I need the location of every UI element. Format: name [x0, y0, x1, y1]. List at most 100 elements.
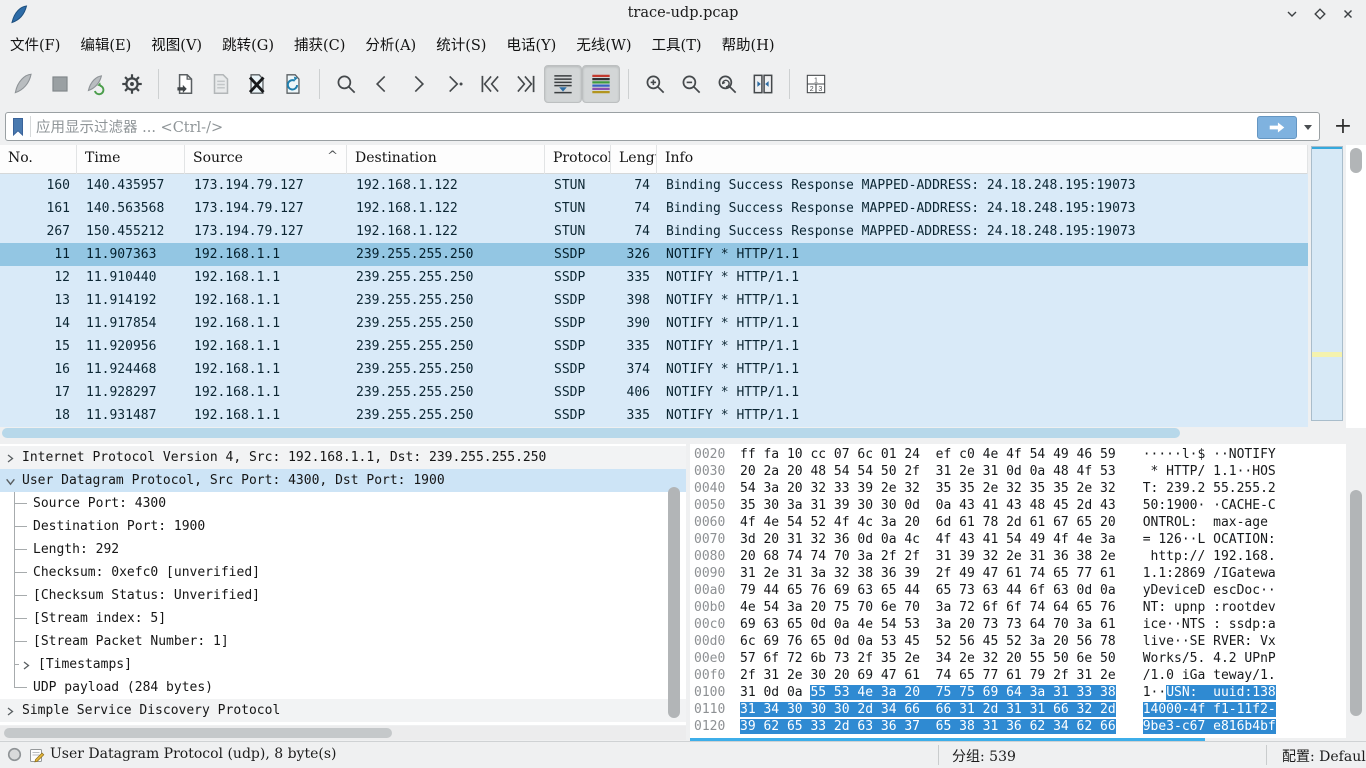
go-back-button[interactable] [364, 66, 400, 102]
detail-row-8[interactable]: [Stream Packet Number: 1] [0, 630, 686, 653]
go-last-button[interactable] [508, 66, 544, 102]
zoom-in-button[interactable] [637, 66, 673, 102]
bytes-vscrollbar-thumb[interactable] [1350, 490, 1362, 716]
hex-row-0090[interactable]: 009031 2e 31 3a 32 38 36 39 2f 49 47 61 … [690, 565, 1346, 582]
menu-view[interactable]: 视图(V) [141, 34, 212, 55]
hex-row-0020[interactable]: 0020ff fa 10 cc 07 6c 01 24 ef c0 4e 4f … [690, 446, 1346, 463]
hex-row-0100[interactable]: 010031 0d 0a 55 53 4e 3a 20 75 75 69 64 … [690, 684, 1346, 701]
detail-row-6[interactable]: [Checksum Status: Unverified] [0, 584, 686, 607]
find-packet-button[interactable] [328, 66, 364, 102]
menu-help[interactable]: 帮助(H) [712, 34, 785, 55]
resize-columns-button[interactable] [745, 66, 781, 102]
menu-file[interactable]: 文件(F) [0, 34, 70, 55]
detail-row-1[interactable]: User Datagram Protocol, Src Port: 4300, … [0, 469, 686, 492]
packet-row-12[interactable]: 1211.910440192.168.1.1239.255.255.250SSD… [0, 266, 1308, 289]
packet-row-267[interactable]: 267150.455212173.194.79.127192.168.1.122… [0, 220, 1308, 243]
expert-info-icon[interactable] [7, 747, 22, 766]
detail-row-10[interactable]: UDP payload (284 bytes) [0, 676, 686, 699]
packet-list-minimap[interactable] [1311, 146, 1343, 421]
packet-row-16[interactable]: 1611.924468192.168.1.1239.255.255.250SSD… [0, 358, 1308, 381]
close-file-button[interactable] [239, 66, 275, 102]
menu-telephony[interactable]: 电话(Y) [496, 34, 566, 55]
add-filter-button[interactable]: + [1328, 112, 1358, 141]
column-header-length[interactable]: Length [611, 145, 657, 174]
detail-row-0[interactable]: Internet Protocol Version 4, Src: 192.16… [0, 446, 686, 469]
hex-row-0110[interactable]: 011031 34 30 30 30 2d 34 66 66 31 2d 31 … [690, 701, 1346, 718]
menu-edit[interactable]: 编辑(E) [70, 34, 141, 55]
details-hscrollbar[interactable] [0, 726, 686, 740]
display-filter-input[interactable] [34, 114, 1258, 141]
packet-list-vscrollbar[interactable] [1346, 145, 1366, 428]
packet-row-17[interactable]: 1711.928297192.168.1.1239.255.255.250SSD… [0, 381, 1308, 404]
packet-row-11[interactable]: 1111.907363192.168.1.1239.255.255.250SSD… [0, 243, 1308, 266]
chevron-right-icon[interactable] [4, 702, 16, 725]
column-header-source[interactable]: Source^ [185, 145, 347, 174]
capture-comment-icon[interactable] [29, 747, 45, 767]
maximize-button[interactable] [1312, 6, 1328, 22]
packet-list-hscrollbar[interactable] [0, 427, 1308, 440]
detail-row-3[interactable]: Destination Port: 1900 [0, 515, 686, 538]
go-forward-button[interactable] [400, 66, 436, 102]
scrollbar-thumb[interactable] [1350, 148, 1362, 173]
colorize-button[interactable] [582, 65, 620, 103]
menu-go[interactable]: 跳转(G) [212, 34, 284, 55]
go-to-packet-button[interactable] [436, 66, 472, 102]
hex-row-00c0[interactable]: 00c069 63 65 0d 0a 4e 54 53 3a 20 73 73 … [690, 616, 1346, 633]
packet-row-18[interactable]: 1811.931487192.168.1.1239.255.255.250SSD… [0, 404, 1308, 427]
restart-capture-button[interactable] [78, 66, 114, 102]
hex-row-0040[interactable]: 004054 3a 20 32 33 39 2e 32 35 35 2e 32 … [690, 480, 1346, 497]
reload-file-button[interactable] [275, 66, 311, 102]
scrollbar-thumb[interactable] [4, 728, 392, 738]
hex-row-0050[interactable]: 005035 30 3a 31 39 30 30 0d 0a 43 41 43 … [690, 497, 1346, 514]
filter-bookmark-icon[interactable] [11, 117, 25, 141]
detail-row-11[interactable]: Simple Service Discovery Protocol [0, 699, 686, 722]
profile-label[interactable]: 配置: Default [1282, 746, 1366, 766]
filter-dropdown-caret[interactable] [1304, 125, 1312, 130]
zoom-out-button[interactable] [673, 66, 709, 102]
save-file-button[interactable] [203, 66, 239, 102]
hex-row-0080[interactable]: 008020 68 74 74 70 3a 2f 2f 31 39 32 2e … [690, 548, 1346, 565]
menu-wireless[interactable]: 无线(W) [566, 34, 641, 55]
auto-scroll-button[interactable] [544, 65, 582, 103]
hex-row-0060[interactable]: 00604f 4e 54 52 4f 4c 3a 20 6d 61 78 2d … [690, 514, 1346, 531]
menu-tools[interactable]: 工具(T) [642, 34, 712, 55]
hex-row-0120[interactable]: 012039 62 65 33 2d 63 36 37 65 38 31 36 … [690, 718, 1346, 735]
detail-row-9[interactable]: [Timestamps] [0, 653, 686, 676]
column-header-destination[interactable]: Destination [347, 145, 545, 174]
column-header-protocol[interactable]: Protocol [545, 145, 611, 174]
zoom-reset-button[interactable] [709, 66, 745, 102]
layout-123-button[interactable]: 123 [798, 66, 834, 102]
close-button[interactable] [1340, 6, 1356, 22]
hex-row-00d0[interactable]: 00d06c 69 76 65 0d 0a 53 45 52 56 45 52 … [690, 633, 1346, 650]
detail-row-4[interactable]: Length: 292 [0, 538, 686, 561]
capture-options-button[interactable] [114, 66, 150, 102]
detail-row-7[interactable]: [Stream index: 5] [0, 607, 686, 630]
menu-analyze[interactable]: 分析(A) [355, 34, 426, 55]
packet-row-13[interactable]: 1311.914192192.168.1.1239.255.255.250SSD… [0, 289, 1308, 312]
packet-row-161[interactable]: 161140.563568173.194.79.127192.168.1.122… [0, 197, 1308, 220]
hex-row-00a0[interactable]: 00a079 44 65 76 69 63 65 44 65 73 63 44 … [690, 582, 1346, 599]
hex-row-00f0[interactable]: 00f02f 31 2e 30 20 69 47 61 74 65 77 61 … [690, 667, 1346, 684]
detail-row-5[interactable]: Checksum: 0xefc0 [unverified] [0, 561, 686, 584]
start-capture-button[interactable] [6, 66, 42, 102]
menu-capture[interactable]: 捕获(C) [284, 34, 355, 55]
detail-row-2[interactable]: Source Port: 4300 [0, 492, 686, 515]
packet-row-15[interactable]: 1511.920956192.168.1.1239.255.255.250SSD… [0, 335, 1308, 358]
column-header-no[interactable]: No. [0, 145, 77, 174]
hex-row-0030[interactable]: 003020 2a 20 48 54 54 50 2f 31 2e 31 0d … [690, 463, 1346, 480]
menu-statistics[interactable]: 统计(S) [426, 34, 496, 55]
details-vscrollbar-thumb[interactable] [668, 487, 680, 718]
open-file-button[interactable] [167, 66, 203, 102]
apply-filter-button[interactable] [1257, 116, 1297, 139]
stop-capture-button[interactable] [42, 66, 78, 102]
scrollbar-thumb[interactable] [2, 428, 1180, 438]
hex-row-00b0[interactable]: 00b04e 54 3a 20 75 70 6e 70 3a 72 6f 6f … [690, 599, 1346, 616]
packet-row-14[interactable]: 1411.917854192.168.1.1239.255.255.250SSD… [0, 312, 1308, 335]
column-header-info[interactable]: Info [657, 145, 1308, 174]
minimize-button[interactable] [1284, 6, 1300, 22]
hex-row-00e0[interactable]: 00e057 6f 72 6b 73 2f 35 2e 34 2e 32 20 … [690, 650, 1346, 667]
column-header-time[interactable]: Time [77, 145, 185, 174]
packet-row-160[interactable]: 160140.435957173.194.79.127192.168.1.122… [0, 174, 1308, 197]
go-first-button[interactable] [472, 66, 508, 102]
hex-row-0070[interactable]: 00703d 20 31 32 36 0d 0a 4c 4f 43 41 54 … [690, 531, 1346, 548]
